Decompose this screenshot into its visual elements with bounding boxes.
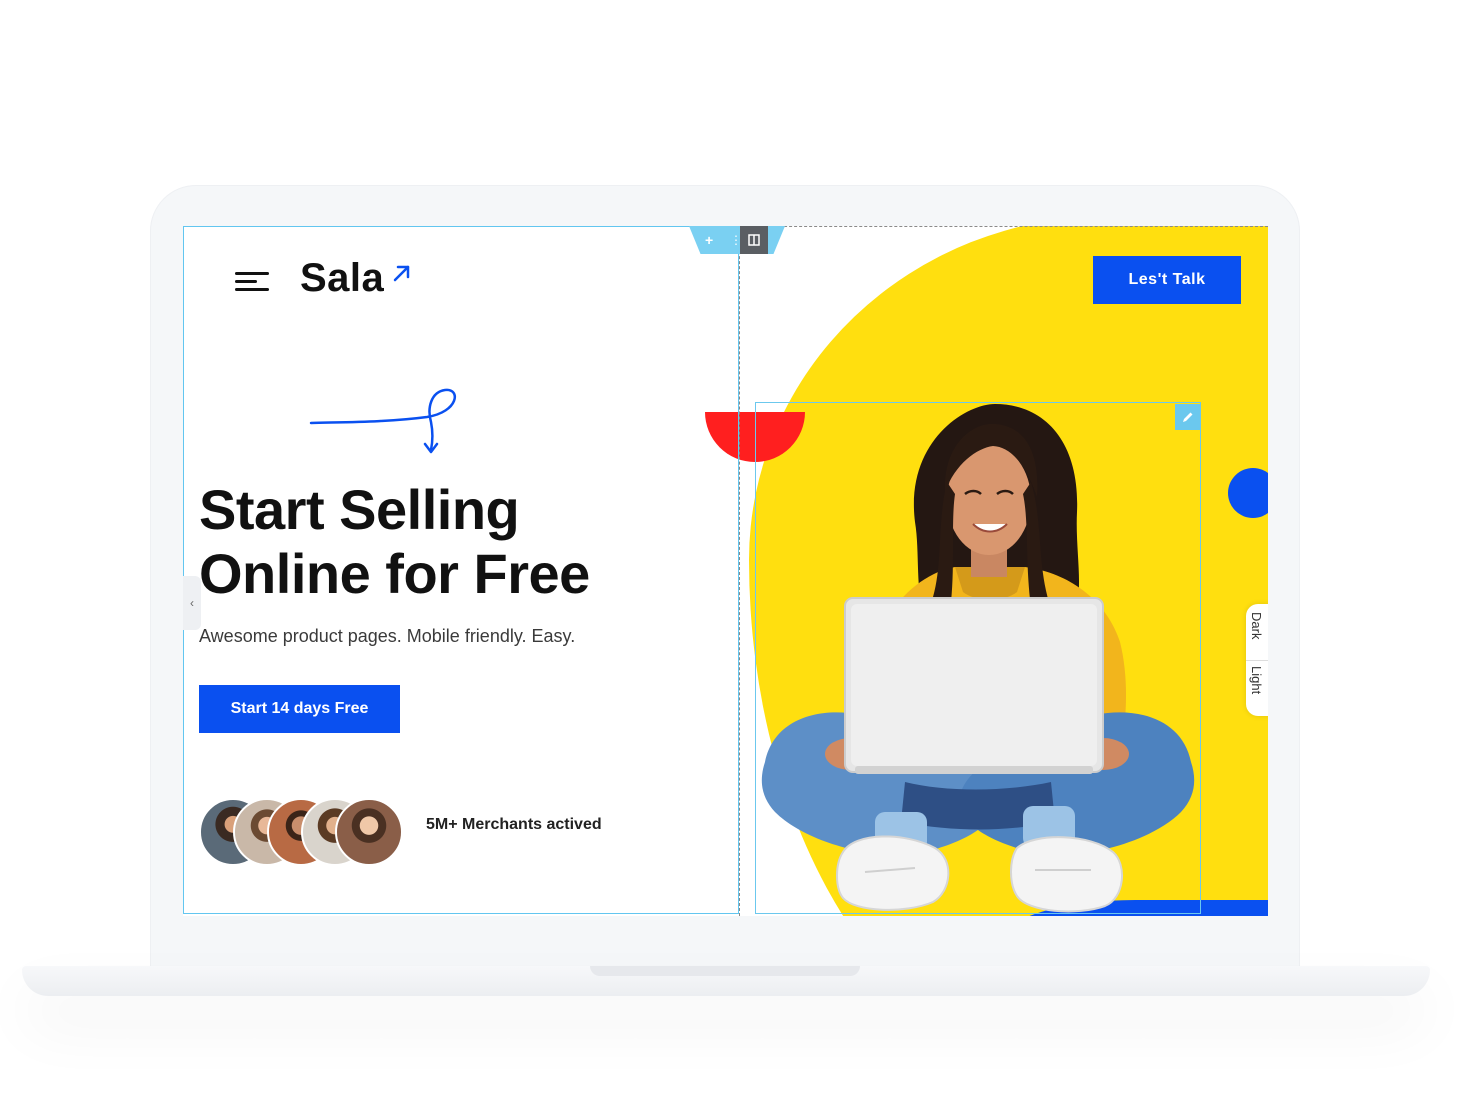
dark-mode-option[interactable]: Dark bbox=[1249, 612, 1264, 639]
avatar bbox=[335, 798, 403, 866]
squiggle-arrow-icon bbox=[309, 388, 456, 454]
section-top-guide bbox=[739, 226, 1268, 227]
merchants-count: 5M+ Merchants actived bbox=[426, 816, 602, 833]
logo[interactable]: Sala bbox=[300, 256, 384, 301]
merchant-avatars bbox=[199, 798, 409, 866]
pencil-icon[interactable] bbox=[1175, 404, 1201, 430]
hero-title-line-2: Online for Free bbox=[199, 542, 590, 605]
theme-toggle: Dark Light bbox=[1246, 604, 1268, 716]
hero-title: Start Selling Online for Free bbox=[199, 478, 590, 606]
column-icon[interactable] bbox=[740, 226, 768, 254]
chevron-left-icon[interactable]: ‹ bbox=[183, 576, 201, 630]
lets-talk-button[interactable]: Les't Talk bbox=[1093, 256, 1241, 304]
hero-subtitle: Awesome product pages. Mobile friendly. … bbox=[199, 626, 576, 646]
hero-image-woman-with-laptop bbox=[761, 404, 1195, 913]
hero-title-line-1: Start Selling bbox=[199, 478, 520, 541]
arrow-up-right-icon bbox=[393, 265, 410, 282]
menu-icon[interactable] bbox=[235, 270, 271, 292]
plus-icon[interactable]: + bbox=[705, 230, 713, 250]
light-mode-option[interactable]: Light bbox=[1249, 666, 1264, 694]
landing-page-screen: + ⋮ Sala Les't Talk Start Selling Online… bbox=[183, 226, 1268, 916]
start-free-trial-button[interactable]: Start 14 days Free bbox=[199, 685, 400, 733]
section-edit-toolbar: + ⋮ bbox=[689, 226, 789, 254]
laptop-notch bbox=[590, 966, 860, 976]
toggle-separator bbox=[1246, 660, 1268, 661]
column-divider bbox=[739, 226, 740, 916]
